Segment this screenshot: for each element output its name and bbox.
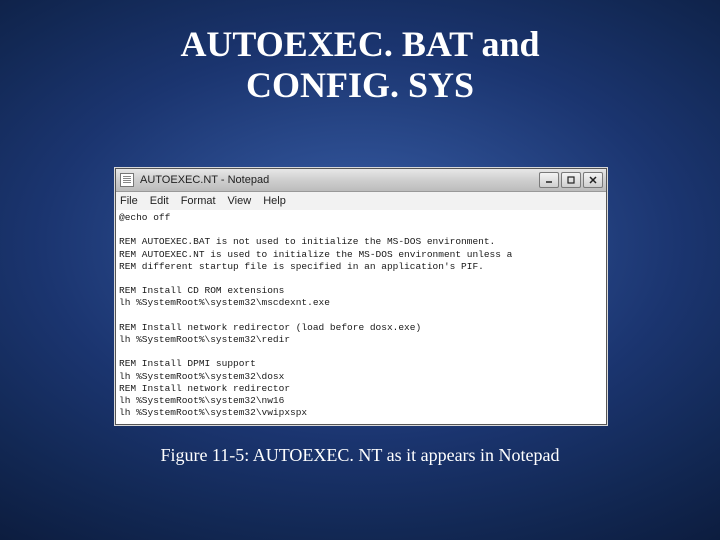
menu-format[interactable]: Format [181,195,216,207]
minimize-button[interactable] [539,172,559,188]
maximize-icon [566,175,576,185]
slide: AUTOEXEC. BAT and CONFIG. SYS AUTOEXEC.N… [0,0,720,540]
slide-title-line2: CONFIG. SYS [0,65,720,106]
menu-file[interactable]: File [120,195,138,207]
titlebar[interactable]: AUTOEXEC.NT - Notepad [116,169,606,192]
notepad-window: AUTOEXEC.NT - Notepad File Edit Format V… [115,168,607,425]
close-button[interactable] [583,172,603,188]
editor-viewport: @echo off REM AUTOEXEC.BAT is not used t… [116,210,606,424]
menu-view[interactable]: View [228,195,252,207]
document-icon [120,173,134,187]
figure-caption: Figure 11-5: AUTOEXEC. NT as it appears … [0,445,720,466]
window-controls [539,172,606,188]
slide-title: AUTOEXEC. BAT and CONFIG. SYS [0,0,720,107]
menu-help[interactable]: Help [263,195,286,207]
editor-text[interactable]: @echo off REM AUTOEXEC.BAT is not used t… [119,212,603,422]
menu-edit[interactable]: Edit [150,195,169,207]
close-icon [588,175,598,185]
slide-title-line1: AUTOEXEC. BAT and [0,24,720,65]
maximize-button[interactable] [561,172,581,188]
menubar: File Edit Format View Help [116,192,606,211]
window-title: AUTOEXEC.NT - Notepad [138,174,539,186]
minimize-icon [544,175,554,185]
